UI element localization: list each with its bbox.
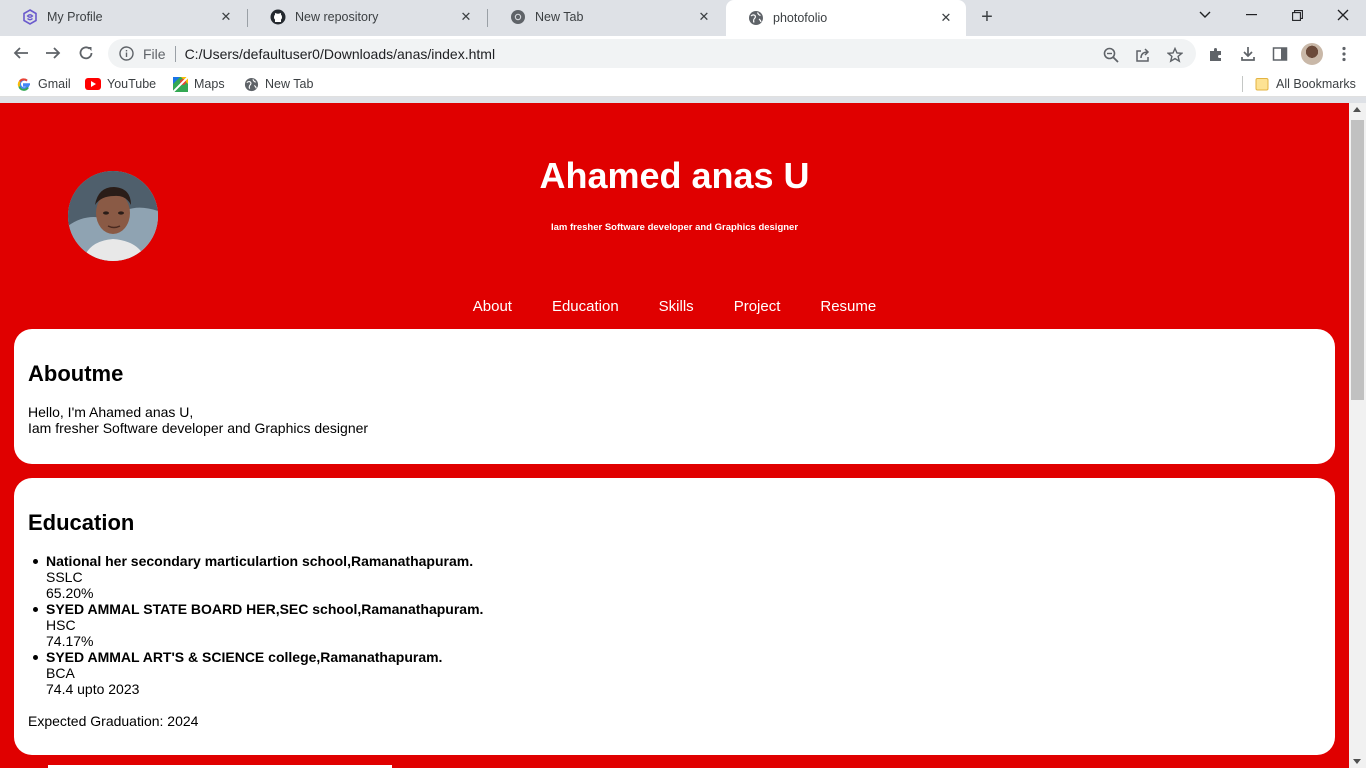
education-score: 65.20%	[46, 585, 94, 601]
profile-site-icon	[22, 9, 38, 25]
more-menu-icon[interactable]	[1333, 43, 1355, 65]
youtube-icon	[85, 76, 101, 92]
restore-icon[interactable]	[1274, 0, 1320, 30]
tab-new-tab[interactable]: New Tab ✕	[488, 0, 724, 34]
folder-icon	[1254, 76, 1270, 92]
scroll-up-arrow-icon[interactable]	[1353, 107, 1361, 112]
info-icon[interactable]	[118, 46, 134, 62]
bookmark-label: YouTube	[107, 77, 157, 91]
github-icon	[270, 9, 286, 25]
bookmark-label: Gmail	[38, 77, 71, 91]
tab-title: My Profile	[47, 10, 103, 24]
about-text: Hello, I'm Ahamed anas U, Iam fresher So…	[28, 404, 368, 436]
nav-link-skills[interactable]: Skills	[659, 298, 694, 315]
bookmark-youtube[interactable]: YouTube	[85, 76, 156, 92]
tab-my-profile[interactable]: My Profile ✕	[0, 0, 246, 34]
about-line: Iam fresher Software developer and Graph…	[28, 420, 369, 436]
nav-link-project[interactable]: Project	[734, 298, 781, 315]
about-line: Hello, I'm Ahamed anas U,	[28, 404, 194, 420]
nav-link-education[interactable]: Education	[552, 298, 619, 315]
bookmark-gmail[interactable]: Gmail	[16, 76, 71, 92]
about-section: Aboutme Hello, I'm Ahamed anas U, Iam fr…	[14, 329, 1335, 464]
education-heading: Education	[28, 510, 135, 535]
side-panel-icon[interactable]	[1269, 43, 1291, 65]
education-section: Education National her secondary marticu…	[14, 478, 1335, 755]
nav-link-resume[interactable]: Resume	[820, 298, 876, 315]
close-icon[interactable]: ✕	[696, 9, 712, 25]
page-scrollbar[interactable]	[1349, 103, 1366, 768]
address-bar[interactable]: File C:/Users/defaultuser0/Downloads/ana…	[108, 39, 1196, 68]
download-icon[interactable]	[1237, 43, 1259, 65]
omnibox-divider	[174, 45, 176, 62]
window-close-icon[interactable]	[1320, 0, 1366, 30]
about-heading: Aboutme	[28, 361, 124, 386]
extensions-puzzle-icon[interactable]	[1205, 43, 1227, 65]
back-arrow-icon[interactable]	[8, 40, 34, 66]
nav-link-about[interactable]: About	[473, 298, 512, 315]
url-text[interactable]: C:/Users/defaultuser0/Downloads/anas/ind…	[185, 46, 496, 62]
tab-strip: My Profile ✕ New repository ✕ New Tab ✕ …	[0, 0, 1366, 36]
bookmark-label: Maps	[194, 77, 225, 91]
all-bookmarks-label: All Bookmarks	[1276, 77, 1356, 91]
profile-avatar-icon[interactable]	[1301, 43, 1323, 65]
bookmark-new-tab[interactable]: New Tab	[243, 76, 313, 92]
bookmark-label: New Tab	[265, 77, 314, 91]
tab-photofolio[interactable]: photofolio ✕	[726, 0, 966, 36]
maps-icon	[172, 76, 188, 92]
reload-icon[interactable]	[73, 40, 99, 66]
bookmarks-bar: Gmail YouTube Maps New Tab All Bookmarks	[0, 71, 1366, 97]
list-item: National her secondary marticulartion sc…	[32, 553, 483, 601]
list-item: SYED AMMAL ART'S & SCIENCE college,Raman…	[32, 649, 483, 697]
share-icon[interactable]	[1134, 46, 1152, 64]
page-tagline: Iam fresher Software developer and Graph…	[550, 222, 799, 233]
site-nav: About Education Skills Project Resume	[0, 298, 1349, 315]
minimize-icon[interactable]	[1228, 0, 1274, 30]
school-name: National her secondary marticulartion sc…	[46, 553, 474, 569]
education-score: 74.17%	[46, 633, 94, 649]
tab-title: New repository	[295, 10, 379, 24]
close-icon[interactable]: ✕	[218, 9, 234, 25]
forward-arrow-icon[interactable]	[40, 40, 66, 66]
close-icon[interactable]: ✕	[458, 9, 474, 25]
new-tab-plus-icon[interactable]: +	[975, 5, 999, 29]
browser-toolbar: File C:/Users/defaultuser0/Downloads/ana…	[0, 36, 1366, 71]
school-name: SYED AMMAL STATE BOARD HER,SEC school,Ra…	[46, 601, 484, 617]
scroll-down-arrow-icon[interactable]	[1353, 759, 1361, 764]
school-name: SYED AMMAL ART'S & SCIENCE college,Raman…	[46, 649, 443, 665]
tab-search-chevron-down-icon[interactable]	[1182, 0, 1228, 30]
close-icon[interactable]: ✕	[938, 10, 954, 26]
tab-new-repository[interactable]: New repository ✕	[248, 0, 486, 34]
page-viewport: Ahamed anas U Iam fresher Software devel…	[0, 103, 1349, 768]
education-level: HSC	[46, 617, 76, 633]
tab-title: New Tab	[535, 10, 584, 24]
scheme-label: File	[143, 45, 166, 62]
bookmark-maps[interactable]: Maps	[172, 76, 225, 92]
list-item: SYED AMMAL STATE BOARD HER,SEC school,Ra…	[32, 601, 484, 649]
bookmarks-separator	[1242, 76, 1243, 92]
google-icon	[16, 76, 32, 92]
globe-icon	[243, 76, 259, 92]
bookmark-star-icon[interactable]	[1166, 46, 1184, 64]
globe-icon	[748, 10, 764, 26]
zoom-icon[interactable]	[1102, 46, 1120, 64]
tab-title: photofolio	[773, 11, 828, 25]
education-level: SSLC	[46, 569, 83, 585]
all-bookmarks-button[interactable]: All Bookmarks	[1254, 76, 1356, 92]
chrome-icon	[510, 9, 526, 25]
page-title: Ahamed anas U	[539, 155, 810, 196]
expected-graduation: Expected Graduation: 2024	[28, 713, 199, 729]
education-score: 74.4 upto 2023	[46, 681, 140, 697]
scroll-thumb[interactable]	[1351, 120, 1364, 400]
education-level: BCA	[46, 665, 75, 681]
education-list: National her secondary marticulartion sc…	[32, 553, 484, 697]
avatar	[1301, 43, 1323, 65]
